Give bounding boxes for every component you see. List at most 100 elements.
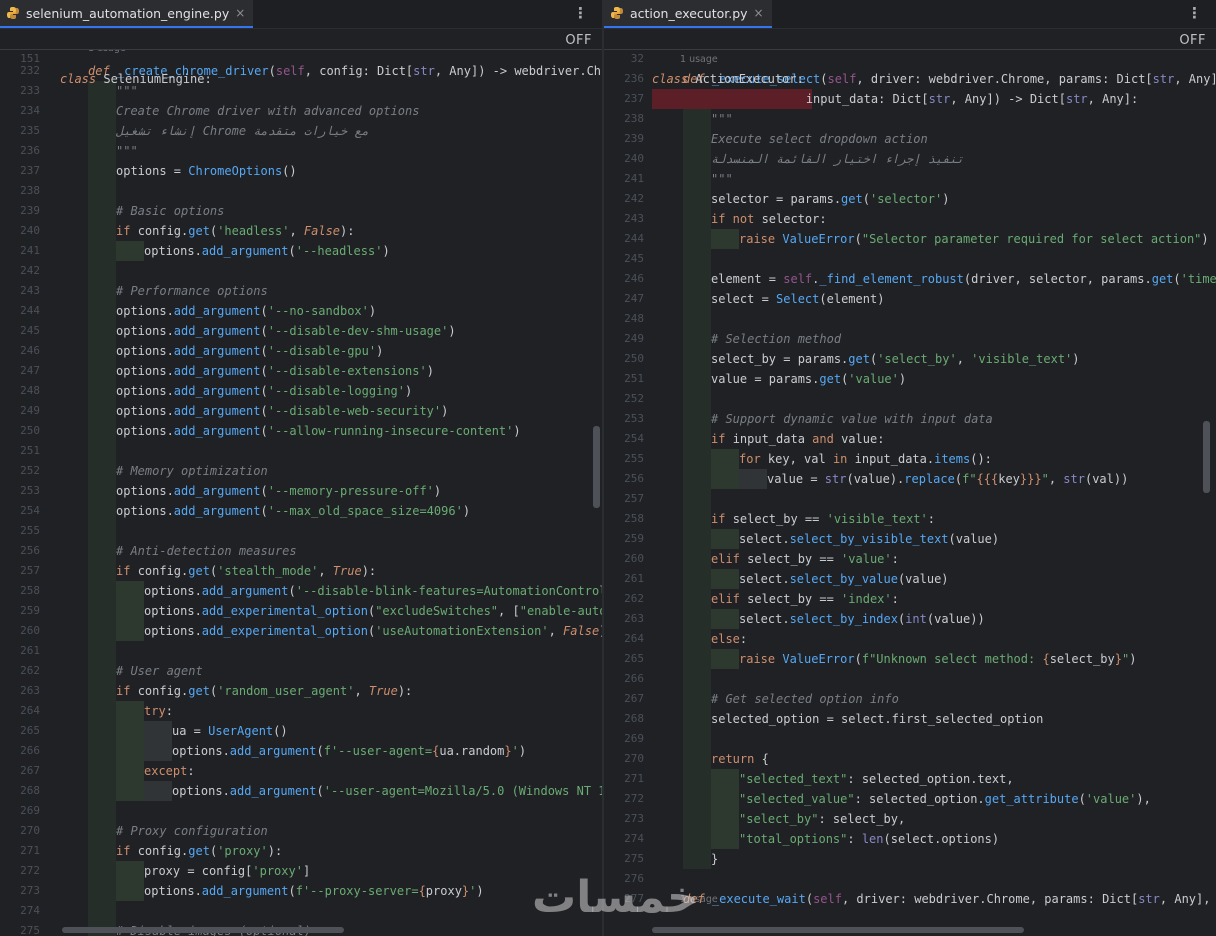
code-line[interactable]: 245 (604, 249, 1216, 269)
code-line[interactable]: 254 if input_data and value: (604, 429, 1216, 449)
code-line[interactable]: 273 options.add_argument(f'--proxy-server… (0, 881, 602, 901)
code-line[interactable]: 255 (0, 521, 602, 541)
code-line[interactable]: 238 (0, 181, 602, 201)
reader-mode-off-label[interactable]: OFF (565, 31, 592, 51)
code-line[interactable]: 271 "selected_text": selected_option.text… (604, 769, 1216, 789)
code-line[interactable]: 261 (0, 641, 602, 661)
code-line[interactable]: 252 # Memory optimization (0, 461, 602, 481)
code-line[interactable]: 270 # Proxy configuration (0, 821, 602, 841)
horizontal-scrollbar[interactable] (62, 927, 344, 933)
code-line[interactable]: 270 return { (604, 749, 1216, 769)
code-line[interactable]: 240 تنفيذ إجراء اختيار القائمة المنسدلة (604, 149, 1216, 169)
code-line[interactable]: 239 Execute select dropdown action (604, 129, 1216, 149)
code-line[interactable]: 248 (604, 309, 1216, 329)
code-line[interactable]: 262 elif select_by == 'index': (604, 589, 1216, 609)
code-text: elif select_by == 'index': (711, 592, 899, 606)
code-line[interactable]: 235 إنشاء تشغيل Chrome مع خيارات متقدمة (0, 121, 602, 141)
horizontal-scrollbar[interactable] (652, 927, 1024, 933)
sticky-scroll-header[interactable]: 32 class ActionExecutor: OFF (604, 29, 1216, 86)
vertical-scrollbar[interactable] (593, 426, 600, 508)
code-line[interactable]: 240 if config.get('headless', False): (0, 221, 602, 241)
code-text: Execute select dropdown action (711, 132, 928, 146)
tab-selenium-automation-engine[interactable]: selenium_automation_engine.py × (0, 0, 254, 28)
code-line[interactable]: 249 # Selection method (604, 329, 1216, 349)
code-line[interactable]: 269 (0, 801, 602, 821)
code-line[interactable]: 239 # Basic options (0, 201, 602, 221)
code-line[interactable]: 244 options.add_argument('--no-sandbox') (0, 301, 602, 321)
code-line[interactable]: 247 select = Select(element) (604, 289, 1216, 309)
code-line[interactable]: 249 options.add_argument('--disable-web-s… (0, 401, 602, 421)
code-line[interactable]: 263 if config.get('random_user_agent', Tr… (0, 681, 602, 701)
code-line[interactable]: 271 if config.get('proxy'): (0, 841, 602, 861)
code-line[interactable]: 266 (604, 669, 1216, 689)
code-line[interactable]: 269 (604, 729, 1216, 749)
close-tab-icon[interactable]: × (754, 6, 764, 20)
code-line[interactable]: 236 """ (0, 141, 602, 161)
code-line[interactable]: 265 raise ValueError(f"Unknown select met… (604, 649, 1216, 669)
code-line[interactable]: 257 (604, 489, 1216, 509)
sticky-scroll-header[interactable]: 151 class SeleniumEngine: OFF (0, 29, 602, 86)
code-line[interactable]: 266 options.add_argument(f'--user-agent={… (0, 741, 602, 761)
code-line[interactable]: 237 input_data: Dict[str, Any]) -> Dict[… (604, 89, 1216, 109)
code-line[interactable]: 246 options.add_argument('--disable-gpu') (0, 341, 602, 361)
code-line[interactable]: 250 options.add_argument('--allow-running… (0, 421, 602, 441)
code-line[interactable]: 244 raise ValueError("Selector parameter … (604, 229, 1216, 249)
code-line[interactable]: 256 value = str(value).replace(f"{{{key}}… (604, 469, 1216, 489)
code-line[interactable]: 258 options.add_argument('--disable-blink… (0, 581, 602, 601)
code-line[interactable]: 272 proxy = config['proxy'] (0, 861, 602, 881)
code-line[interactable]: 250 select_by = params.get('select_by', '… (604, 349, 1216, 369)
code-line[interactable]: 267 # Get selected option info (604, 689, 1216, 709)
code-editor[interactable]: 1 usage 1 usage 236def _execute_select(s… (604, 49, 1216, 936)
code-line[interactable]: 259 select.select_by_visible_text(value) (604, 529, 1216, 549)
code-line[interactable]: 275} (604, 849, 1216, 869)
code-line[interactable]: 253 options.add_argument('--memory-pressu… (0, 481, 602, 501)
code-line[interactable]: 251 (0, 441, 602, 461)
code-line[interactable]: 264 else: (604, 629, 1216, 649)
code-editor[interactable]: 1 usage 232def _create_chrome_driver(sel… (0, 43, 602, 936)
code-line[interactable]: 242 selector = params.get('selector') (604, 189, 1216, 209)
code-line[interactable]: 234 Create Chrome driver with advanced op… (0, 101, 602, 121)
code-line[interactable]: 261 select.select_by_value(value) (604, 569, 1216, 589)
code-line[interactable]: 259 options.add_experimental_option("excl… (0, 601, 602, 621)
code-line[interactable]: 251 value = params.get('value') (604, 369, 1216, 389)
code-line[interactable]: 265 ua = UserAgent() (0, 721, 602, 741)
code-line[interactable]: 243 if not selector: (604, 209, 1216, 229)
code-line[interactable]: 246 element = self._find_element_robust(d… (604, 269, 1216, 289)
more-options-icon[interactable]: ⋮ (573, 5, 588, 21)
code-line[interactable]: 267 except: (0, 761, 602, 781)
code-line[interactable]: 264 try: (0, 701, 602, 721)
close-tab-icon[interactable]: × (235, 6, 245, 20)
code-line[interactable]: 260 options.add_experimental_option('useA… (0, 621, 602, 641)
code-line[interactable]: 268 options.add_argument('--user-agent=Mo… (0, 781, 602, 801)
tab-action-executor[interactable]: action_executor.py × (604, 0, 772, 28)
code-line[interactable]: 253 # Support dynamic value with input da… (604, 409, 1216, 429)
code-line[interactable]: 273 "select_by": select_by, (604, 809, 1216, 829)
code-line[interactable]: 237 options = ChromeOptions() (0, 161, 602, 181)
vertical-scrollbar[interactable] (1203, 421, 1210, 493)
code-line[interactable]: 268 selected_option = select.first_select… (604, 709, 1216, 729)
code-line[interactable]: 255 for key, val in input_data.items(): (604, 449, 1216, 469)
code-line[interactable]: 254 options.add_argument('--max_old_space… (0, 501, 602, 521)
code-line[interactable]: 257 if config.get('stealth_mode', True): (0, 561, 602, 581)
code-line[interactable]: 247 options.add_argument('--disable-exten… (0, 361, 602, 381)
code-line[interactable]: 263 select.select_by_index(int(value)) (604, 609, 1216, 629)
code-line[interactable]: 241 options.add_argument('--headless') (0, 241, 602, 261)
code-line[interactable]: 256 # Anti-detection measures (0, 541, 602, 561)
code-line[interactable]: 274 "total_options": len(select.options) (604, 829, 1216, 849)
code-line[interactable]: 260 elif select_by == 'value': (604, 549, 1216, 569)
code-text: except: (144, 764, 195, 778)
code-line[interactable]: 242 (0, 261, 602, 281)
usage-hint[interactable]: 1 usage (680, 54, 718, 65)
code-line[interactable]: 245 options.add_argument('--disable-dev-s… (0, 321, 602, 341)
code-line[interactable]: 258 if select_by == 'visible_text': (604, 509, 1216, 529)
code-line[interactable]: 243 # Performance options (0, 281, 602, 301)
code-line[interactable]: 238 """ (604, 109, 1216, 129)
code-line[interactable]: 252 (604, 389, 1216, 409)
code-line[interactable]: 241 """ (604, 169, 1216, 189)
more-options-icon[interactable]: ⋮ (1187, 5, 1202, 21)
code-line[interactable]: 262 # User agent (0, 661, 602, 681)
code-line[interactable]: 248 options.add_argument('--disable-loggi… (0, 381, 602, 401)
reader-mode-off-label[interactable]: OFF (1179, 31, 1206, 51)
code-line[interactable]: 272 "selected_value": selected_option.get… (604, 789, 1216, 809)
code-line[interactable]: 274 (0, 901, 602, 921)
